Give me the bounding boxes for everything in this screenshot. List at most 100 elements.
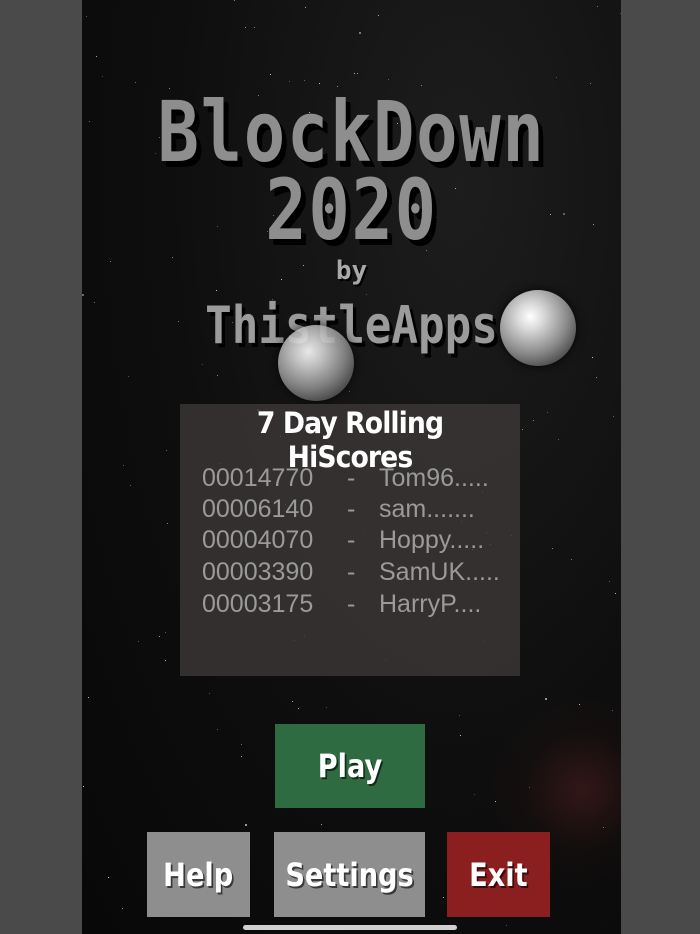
help-button-label: Help (163, 855, 234, 894)
star (597, 6, 598, 7)
silver-ball-icon (500, 290, 576, 366)
star (209, 693, 210, 694)
star (459, 715, 460, 716)
hiscore-player: Tom96..... (379, 464, 489, 492)
star (558, 439, 559, 440)
star (443, 897, 444, 898)
silver-ball-icon (278, 325, 354, 401)
star (474, 794, 475, 795)
star (86, 16, 87, 17)
star (241, 744, 242, 745)
star (547, 412, 548, 413)
home-indicator[interactable] (243, 925, 457, 930)
hiscore-separator: - (347, 464, 356, 492)
star (166, 450, 167, 451)
star (217, 375, 218, 376)
settings-button[interactable]: Settings (274, 832, 425, 917)
star (167, 523, 168, 524)
game-title-line-2: 2020 (265, 161, 438, 259)
star (138, 641, 139, 642)
star (128, 376, 129, 377)
exit-button[interactable]: Exit (447, 832, 550, 917)
star (89, 121, 90, 122)
hiscore-value: 00006140 (202, 495, 314, 523)
star (254, 27, 255, 28)
star (217, 729, 218, 730)
star (354, 73, 355, 74)
star (245, 27, 246, 28)
star (82, 294, 84, 296)
star (241, 756, 242, 757)
hiscore-player: HarryP.... (379, 590, 482, 618)
star (202, 364, 203, 365)
star (609, 581, 610, 582)
hiscore-panel: 7 Day Rolling HiScores 00014770 - Tom96.… (180, 404, 520, 676)
star (593, 224, 594, 225)
star (522, 429, 523, 430)
hiscore-row: 00004070 - Hoppy..... (202, 526, 520, 558)
star (533, 420, 534, 421)
star (579, 704, 580, 705)
star (270, 74, 271, 75)
star (321, 824, 322, 825)
star (545, 698, 547, 700)
star (122, 908, 123, 909)
hiscore-separator: - (347, 526, 356, 554)
play-button[interactable]: Play (275, 724, 425, 808)
hiscore-value: 00003390 (202, 558, 314, 586)
star (96, 56, 97, 57)
exit-button-label: Exit (469, 855, 528, 894)
hiscore-player: SamUK..... (379, 558, 500, 586)
star (83, 786, 84, 787)
hiscore-value: 00003175 (202, 590, 314, 618)
star (102, 76, 103, 77)
star (359, 32, 361, 34)
star (366, 294, 367, 295)
star (94, 302, 95, 303)
star (495, 801, 496, 802)
star (552, 548, 553, 549)
help-button[interactable]: Help (147, 832, 250, 917)
hiscore-player: Hoppy..... (379, 526, 485, 554)
title-by: by (335, 256, 368, 286)
star (506, 925, 507, 926)
hiscore-value: 00014770 (202, 464, 314, 492)
hiscore-separator: - (347, 558, 356, 586)
star (234, 0, 235, 1)
hiscore-row: 00003175 - HarryP.... (202, 590, 520, 622)
star (349, 391, 350, 392)
hiscore-separator: - (347, 495, 356, 523)
star (130, 485, 131, 486)
star (620, 13, 621, 14)
star (378, 15, 379, 16)
star (123, 465, 124, 466)
hiscore-row: 00014770 - Tom96..... (202, 464, 520, 496)
star (388, 79, 389, 80)
star (216, 290, 217, 291)
star (88, 697, 89, 698)
star (590, 83, 591, 84)
star (612, 710, 613, 711)
star (298, 708, 299, 709)
star (460, 735, 461, 736)
star (165, 632, 166, 633)
star (571, 559, 572, 560)
star (159, 636, 160, 637)
hiscore-row: 00003390 - SamUK..... (202, 558, 520, 590)
hiscore-row: 00006140 - sam....... (202, 495, 520, 527)
hiscore-separator: - (347, 590, 356, 618)
star (304, 80, 305, 81)
settings-button-label: Settings (285, 855, 414, 894)
star (165, 660, 166, 661)
star (292, 701, 293, 702)
star (556, 77, 557, 78)
hiscore-value: 00004070 (202, 526, 314, 554)
game-canvas: BlockDown 2020 by ThistleApps 7 Day Roll… (82, 0, 621, 934)
star (613, 416, 614, 417)
hiscore-player: sam....... (379, 495, 475, 523)
play-button-label: Play (317, 747, 383, 785)
star (603, 827, 604, 828)
star (357, 73, 358, 74)
star (305, 7, 306, 8)
star (529, 787, 530, 788)
